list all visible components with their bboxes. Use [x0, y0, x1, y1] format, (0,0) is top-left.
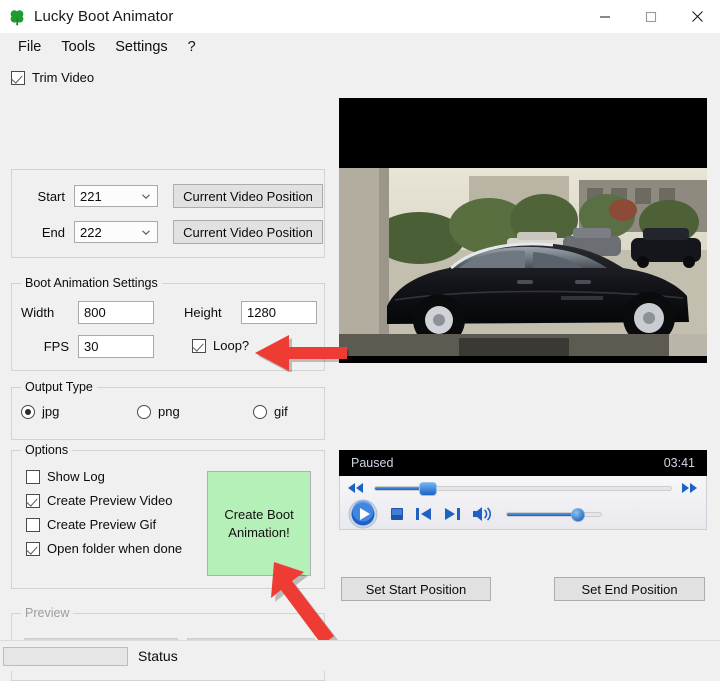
seek-knob[interactable]	[419, 481, 438, 496]
title-bar: Lucky Boot Animator	[0, 0, 720, 33]
menu-settings[interactable]: Settings	[105, 36, 177, 59]
width-label: Width	[21, 305, 55, 320]
create-preview-video-label: Create Preview Video	[47, 493, 173, 508]
output-gif-label: gif	[274, 404, 288, 419]
end-current-position-button[interactable]: Current Video Position	[173, 220, 323, 244]
window-title: Lucky Boot Animator	[34, 8, 174, 25]
player-transport	[339, 476, 707, 530]
height-label: Height	[184, 305, 222, 320]
close-button[interactable]	[674, 0, 720, 33]
media-player-controls: Paused 03:41	[339, 450, 707, 530]
video-preview-panel[interactable]	[339, 98, 707, 363]
end-frame-combo[interactable]: 222	[74, 221, 158, 243]
minimize-button[interactable]	[582, 0, 628, 33]
seek-row	[340, 480, 706, 496]
option-create-preview-gif[interactable]: Create Preview Gif	[26, 517, 182, 532]
end-field-row: End 222 Current Video Position	[23, 220, 323, 244]
create-button-line1: Create Boot	[224, 506, 294, 522]
create-preview-gif-label: Create Preview Gif	[47, 517, 157, 532]
open-folder-label: Open folder when done	[47, 541, 183, 556]
volume-icon[interactable]	[472, 506, 494, 522]
option-create-preview-video[interactable]: Create Preview Video	[26, 493, 182, 508]
height-field-row: Height 1280	[184, 301, 317, 324]
output-jpg-label: jpg	[42, 404, 60, 419]
volume-knob[interactable]	[570, 507, 585, 522]
set-start-position-button[interactable]: Set Start Position	[341, 577, 491, 601]
main-content: Trim Video Start 221 Current Video Posit…	[0, 62, 720, 681]
menu-file[interactable]: File	[8, 36, 51, 59]
player-state-label: Paused	[351, 456, 394, 470]
trim-video-check-glyph	[11, 70, 25, 85]
loop-check-glyph	[192, 338, 206, 353]
output-option-jpg[interactable]: jpg	[21, 404, 59, 419]
show-log-check-glyph	[26, 469, 40, 484]
output-png-label: png	[158, 404, 180, 419]
width-input[interactable]: 800	[78, 301, 154, 324]
previous-track-icon[interactable]	[416, 507, 432, 521]
stop-icon[interactable]	[390, 507, 404, 521]
window-controls	[582, 0, 720, 33]
fps-field-row: FPS 30	[21, 335, 154, 358]
volume-slider[interactable]	[506, 507, 602, 522]
options-legend: Options	[21, 443, 73, 457]
option-show-log[interactable]: Show Log	[26, 469, 182, 484]
player-status-strip: Paused 03:41	[339, 450, 707, 476]
create-boot-animation-button[interactable]: Create Boot Animation!	[207, 471, 311, 576]
control-row	[340, 498, 706, 530]
create-button-line2: Animation!	[228, 524, 290, 540]
radio-jpg-glyph	[21, 404, 35, 419]
play-icon[interactable]	[348, 499, 378, 529]
start-field-row: Start 221 Current Video Position	[23, 184, 323, 208]
output-type-legend: Output Type	[21, 380, 97, 394]
menu-bar: File Tools Settings ?	[0, 33, 720, 62]
trim-video-label: Trim Video	[32, 70, 95, 85]
radio-gif-glyph	[253, 404, 267, 419]
start-label: Start	[37, 188, 65, 204]
menu-help[interactable]: ?	[178, 36, 206, 59]
status-label: Status	[138, 648, 178, 664]
preview-legend: Preview	[21, 606, 74, 620]
trim-video-checkbox[interactable]: Trim Video	[11, 70, 94, 85]
fast-forward-icon[interactable]	[682, 483, 698, 493]
output-type-group: Output Type jpg png gif	[11, 380, 325, 440]
create-preview-gif-check-glyph	[26, 517, 40, 532]
set-end-position-button[interactable]: Set End Position	[554, 577, 705, 601]
clover-icon	[10, 9, 24, 25]
start-frame-combo[interactable]: 221	[74, 185, 158, 207]
height-input[interactable]: 1280	[241, 301, 317, 324]
radio-png-glyph	[137, 404, 151, 419]
end-frame-value: 222	[80, 224, 102, 240]
loop-checkbox[interactable]: Loop?	[192, 338, 249, 353]
fps-input[interactable]: 30	[78, 335, 154, 358]
show-log-label: Show Log	[47, 469, 105, 484]
video-frame-image	[339, 98, 707, 363]
boot-settings-legend: Boot Animation Settings	[21, 276, 162, 290]
open-folder-check-glyph	[26, 541, 40, 556]
output-option-png[interactable]: png	[137, 404, 180, 419]
progress-bar	[3, 646, 128, 666]
loop-label: Loop?	[213, 338, 250, 353]
next-track-icon[interactable]	[444, 507, 460, 521]
fps-label: FPS	[43, 339, 69, 354]
width-field-row: Width 800	[21, 301, 154, 324]
output-option-gif[interactable]: gif	[253, 404, 288, 419]
option-open-folder-when-done[interactable]: Open folder when done	[26, 541, 182, 556]
player-time-label: 03:41	[663, 456, 695, 470]
status-bar: Status	[0, 640, 720, 671]
create-preview-video-check-glyph	[26, 493, 40, 508]
chevron-down-icon	[142, 230, 150, 235]
start-frame-value: 221	[80, 188, 102, 204]
end-label: End	[41, 224, 65, 240]
trim-group: Start 221 Current Video Position End 222…	[11, 169, 325, 258]
chevron-down-icon	[142, 194, 150, 199]
rewind-icon[interactable]	[348, 483, 364, 493]
maximize-button[interactable]	[628, 0, 674, 33]
menu-tools[interactable]: Tools	[51, 36, 105, 59]
volume-fill	[507, 512, 578, 516]
boot-animation-settings-group: Boot Animation Settings Width 800 Height…	[11, 276, 325, 371]
seek-slider[interactable]	[374, 481, 672, 496]
start-current-position-button[interactable]: Current Video Position	[173, 184, 323, 208]
